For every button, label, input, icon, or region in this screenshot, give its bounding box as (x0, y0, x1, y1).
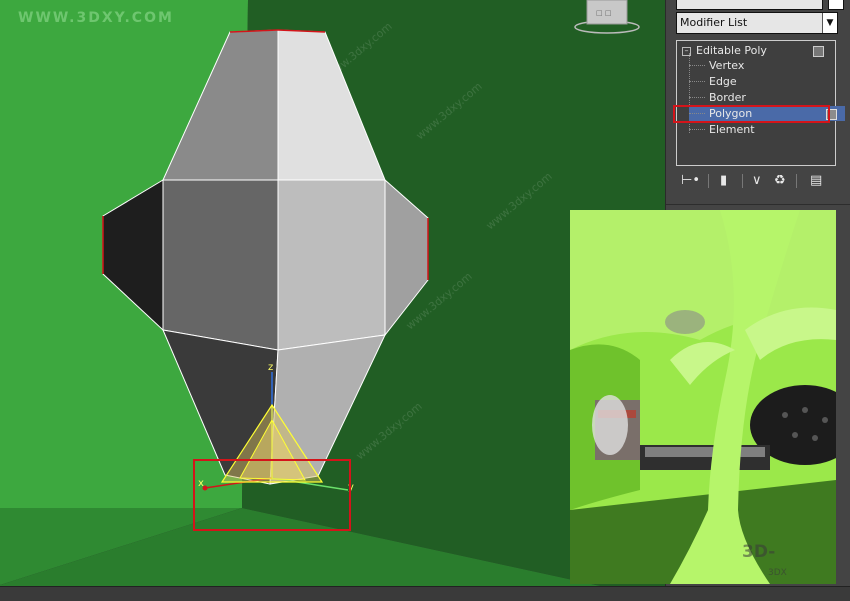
make-unique-icon[interactable]: ∨ (752, 173, 762, 188)
stack-toolbar: ⊢• ▮ ∨ ♻ ▤ (676, 170, 836, 194)
polygon-highlight-box (673, 105, 830, 123)
z-axis-label: z (268, 362, 273, 373)
watermark-text: WWW.3DXY.COM (18, 10, 174, 26)
stack-root-label: Editable Poly (696, 44, 767, 57)
svg-text:□ □: □ □ (596, 9, 611, 17)
remove-modifier-icon[interactable]: ♻ (774, 173, 786, 188)
show-end-result-icon[interactable]: ▮ (720, 173, 727, 188)
dropdown-arrow-icon[interactable]: ▼ (822, 13, 837, 33)
reference-photo-image (570, 210, 836, 584)
stack-item-editable-poly[interactable]: – Editable Poly (682, 43, 832, 58)
status-bar (0, 586, 850, 601)
x-axis-label: x (198, 478, 204, 489)
stack-item-edge[interactable]: Edge (689, 74, 829, 89)
stack-item-element[interactable]: Element (689, 122, 829, 137)
reference-photo (570, 210, 836, 584)
stack-item-vertex[interactable]: Vertex (689, 58, 829, 73)
configure-modifier-sets-icon[interactable]: ▤ (810, 173, 822, 188)
object-name-field[interactable] (676, 0, 823, 10)
stack-item-border[interactable]: Border (689, 90, 829, 105)
photo-logo-sub: 3DX (768, 568, 787, 578)
modifier-list-label: Modifier List (680, 16, 748, 29)
modifier-stack: – Editable Poly Vertex Edge Border Polygo… (676, 40, 845, 166)
photo-logo: 3D- (742, 542, 776, 562)
perspective-viewport[interactable]: www.3dxy.com www.3dxy.com www.3dxy.com w… (0, 0, 665, 600)
modifier-list-dropdown[interactable]: Modifier List ▼ (676, 12, 838, 34)
viewport-scene: www.3dxy.com www.3dxy.com www.3dxy.com w… (0, 0, 665, 600)
pin-stack-icon[interactable]: ⊢• (681, 173, 700, 188)
object-color-swatch[interactable] (828, 0, 844, 10)
modifier-toggle-icon[interactable] (813, 46, 824, 57)
